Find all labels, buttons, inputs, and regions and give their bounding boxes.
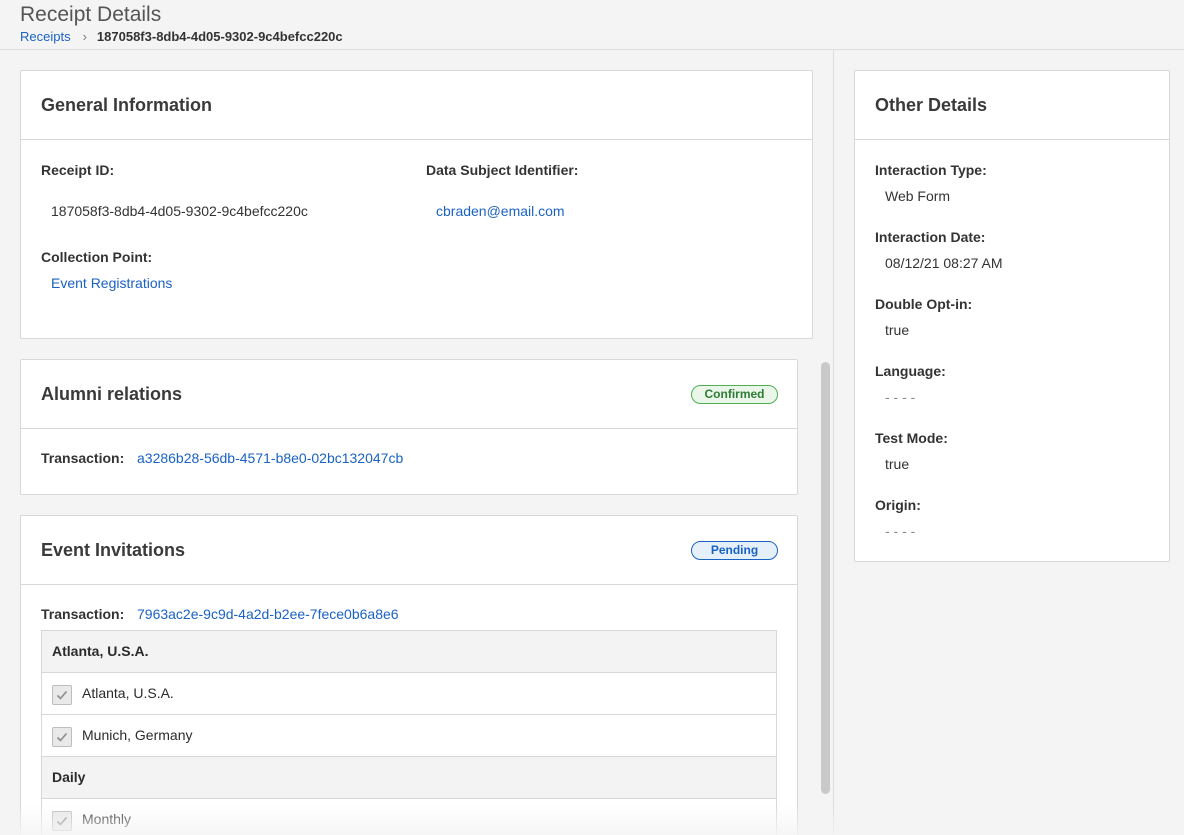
collection-point-label: Collection Point: [41, 249, 153, 265]
purpose-card-event-invitations: Event Invitations Pending Transaction: 7… [20, 515, 798, 835]
interaction-type-label: Interaction Type: [875, 162, 987, 178]
group-label: Atlanta, U.S.A. [52, 643, 149, 659]
language-value: - - - - [885, 389, 916, 405]
checkbox[interactable] [52, 727, 72, 747]
preference-option: Atlanta, U.S.A. [42, 673, 776, 715]
data-subject-label: Data Subject Identifier: [426, 162, 579, 178]
card-title: Other Details [875, 95, 988, 115]
card-header: Other Details [855, 71, 1169, 140]
chevron-right-icon: › [82, 29, 87, 44]
checkbox[interactable] [52, 685, 72, 705]
status-badge: Pending [691, 541, 778, 560]
interaction-date-value: 08/12/21 08:27 AM [885, 255, 1003, 271]
option-label: Munich, Germany [82, 727, 193, 743]
language-label: Language: [875, 363, 946, 379]
breadcrumb-receipts-link[interactable]: Receipts [20, 29, 71, 44]
check-icon [56, 816, 68, 826]
transaction-label: Transaction: [41, 606, 125, 622]
preference-option: Monthly [42, 799, 776, 835]
receipt-id-value: 187058f3-8db4-4d05-9302-9c4befcc220c [51, 203, 308, 219]
general-information-card: General Information Receipt ID: 187058f3… [20, 70, 813, 339]
transaction-link[interactable]: 7963ac2e-9c9d-4a2d-b2ee-7fece0b6a8e6 [137, 606, 399, 622]
data-subject-link[interactable]: cbraden@email.com [436, 203, 565, 219]
test-mode-value: true [885, 456, 910, 472]
card-title: Event Invitations [41, 540, 186, 560]
interaction-type-value: Web Form [885, 188, 951, 204]
page-title: Receipt Details [20, 3, 162, 26]
double-opt-in-label: Double Opt-in: [875, 296, 973, 312]
origin-value: - - - - [885, 523, 916, 539]
card-header: General Information [21, 71, 812, 140]
check-icon [56, 690, 68, 700]
card-title: Alumni relations [41, 384, 183, 404]
other-details-card: Other Details Interaction Type: Web Form… [854, 70, 1170, 562]
transaction-label: Transaction: [41, 450, 125, 466]
page-header: Receipt Details Receipts › 187058f3-8db4… [0, 0, 1184, 50]
breadcrumb-current: 187058f3-8db4-4d05-9302-9c4befcc220c [96, 29, 343, 44]
checkbox[interactable] [52, 811, 72, 831]
card-title: General Information [41, 95, 213, 115]
group-label: Daily [52, 769, 86, 785]
double-opt-in-value: true [885, 322, 910, 338]
breadcrumb: Receipts › 187058f3-8db4-4d05-9302-9c4be… [20, 29, 343, 44]
scrollbar[interactable] [821, 362, 830, 794]
test-mode-label: Test Mode: [875, 430, 948, 446]
preference-option: Munich, Germany [42, 715, 776, 757]
status-badge: Confirmed [691, 385, 778, 404]
preference-group-header: Daily [42, 757, 776, 799]
interaction-date-label: Interaction Date: [875, 229, 986, 245]
check-icon [56, 732, 68, 742]
option-label: Atlanta, U.S.A. [82, 685, 174, 701]
collection-point-link[interactable]: Event Registrations [51, 275, 172, 291]
card-header: Alumni relations Confirmed [21, 360, 797, 429]
purpose-card-alumni-relations: Alumni relations Confirmed Transaction: … [20, 359, 798, 495]
receipt-id-label: Receipt ID: [41, 162, 115, 178]
preference-group-header: Atlanta, U.S.A. [42, 631, 776, 673]
option-label: Monthly [82, 811, 132, 827]
origin-label: Origin: [875, 497, 921, 513]
column-divider [833, 50, 834, 835]
preference-list: Atlanta, U.S.A. Atlanta, U.S.A. Munich, … [41, 630, 777, 835]
transaction-link[interactable]: a3286b28-56db-4571-b8e0-02bc132047cb [137, 450, 403, 466]
card-header: Event Invitations Pending [21, 516, 797, 585]
